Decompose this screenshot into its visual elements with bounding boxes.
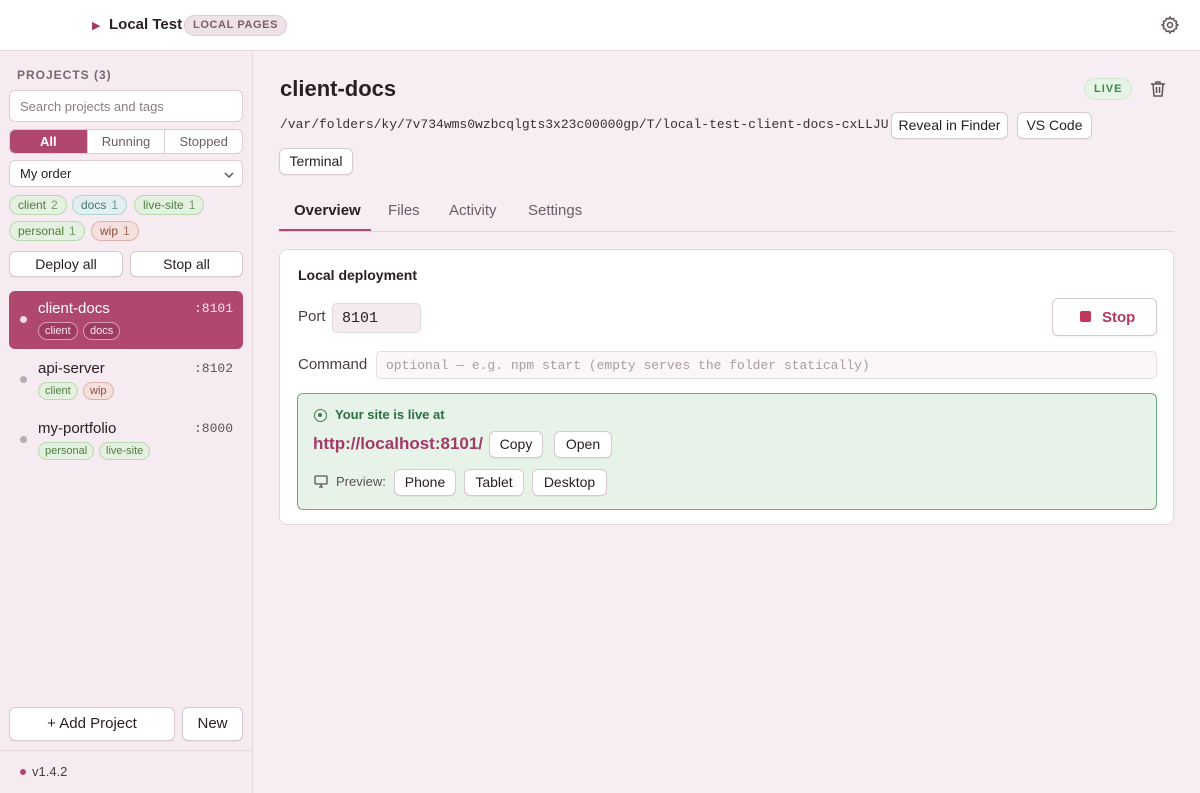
tab-settings[interactable]: Settings [528, 202, 582, 219]
card-title: Local deployment [298, 267, 418, 283]
project-port: :8000 [193, 421, 233, 436]
sidebar: PROJECTS (3) All Running Stopped My orde… [0, 52, 253, 793]
sort-select-value: My order [20, 166, 72, 181]
stop-button[interactable]: Stop [1052, 298, 1157, 336]
tag-name: wip [100, 224, 119, 238]
tag-count: 1 [111, 198, 119, 212]
active-tab-indicator [279, 229, 371, 231]
disclosure-triangle-icon[interactable]: ▶ [92, 19, 100, 32]
tag-filter-personal[interactable]: personal 1 [9, 221, 85, 241]
project-port: :8101 [193, 301, 233, 316]
add-project-button[interactable]: + Add Project [9, 707, 175, 741]
terminal-button[interactable]: Terminal [279, 148, 353, 175]
tag-name: personal [18, 224, 65, 238]
preview-phone-button[interactable]: Phone [394, 469, 456, 496]
status-badge: LIVE [1084, 78, 1133, 100]
project-tag: wip [83, 382, 114, 400]
filter-all[interactable]: All [10, 130, 87, 153]
local-pages-badge: LOCAL PAGES [184, 15, 288, 36]
project-name: api-server [38, 360, 105, 377]
tag-filter-wip[interactable]: wip 1 [91, 221, 139, 241]
deployment-card: Local deployment Port Stop Command Your … [279, 249, 1174, 525]
new-button[interactable]: New [182, 707, 243, 741]
project-item-client-docs[interactable]: client-docs :8101 client docs [9, 291, 243, 349]
tab-files[interactable]: Files [388, 202, 420, 219]
project-tag: client [38, 382, 78, 400]
port-input[interactable] [332, 303, 421, 333]
tag-filter-client[interactable]: client 2 [9, 195, 67, 215]
page-title: client-docs [280, 76, 397, 101]
main-panel: client-docs LIVE /var/folders/ky/7v734wm… [253, 52, 1200, 793]
version-label: v1.4.2 [32, 764, 68, 779]
tab-bar: Overview Files Activity Settings [279, 190, 1174, 232]
preview-label: Preview: [336, 474, 386, 489]
monitor-icon [314, 475, 328, 488]
project-tag: live-site [99, 442, 151, 460]
stop-icon [1080, 311, 1091, 322]
reveal-in-finder-button[interactable]: Reveal in Finder [891, 112, 1008, 139]
stop-all-button[interactable]: Stop all [130, 251, 243, 277]
project-tag: docs [83, 322, 121, 340]
projects-heading: PROJECTS (3) [17, 68, 112, 82]
tag-count: 1 [123, 224, 130, 238]
app-title: Local Test [109, 16, 183, 33]
stop-label: Stop [1102, 309, 1136, 326]
tag-name: client [18, 198, 47, 212]
open-button[interactable]: Open [554, 431, 612, 458]
project-name: client-docs [38, 300, 110, 317]
copy-button[interactable]: Copy [489, 431, 543, 458]
tag-count: 1 [69, 224, 76, 238]
tag-filter-live-site[interactable]: live-site 1 [134, 195, 205, 215]
preview-desktop-button[interactable]: Desktop [532, 469, 607, 496]
live-indicator-icon [314, 409, 327, 422]
project-tag: client [38, 322, 78, 340]
chevron-down-icon [224, 172, 234, 179]
live-url-link[interactable]: http://localhost:8101/ [313, 434, 483, 454]
version-status-dot [20, 769, 26, 775]
live-status-box: Your site is live at http://localhost:81… [297, 393, 1157, 510]
title-bar: ▶ Local Test LOCAL PAGES [0, 0, 1200, 51]
tag-name: live-site [143, 198, 184, 212]
search-input[interactable] [9, 90, 243, 122]
tag-name: docs [81, 198, 107, 212]
tag-filter-docs[interactable]: docs 1 [72, 195, 128, 215]
project-tag: personal [38, 442, 95, 460]
vs-code-button[interactable]: VS Code [1017, 112, 1092, 139]
project-item-my-portfolio[interactable]: my-portfolio :8000 personal live-site [9, 411, 243, 469]
project-path: /var/folders/ky/7v734wms0wzbcqlgts3x23c0… [280, 117, 889, 132]
status-dot [20, 316, 27, 323]
port-label: Port [298, 308, 326, 325]
command-input[interactable] [376, 351, 1157, 379]
command-label: Command [298, 356, 368, 373]
tag-count: 1 [188, 198, 196, 212]
divider [0, 750, 252, 751]
tag-count: 2 [51, 198, 58, 212]
sort-select[interactable]: My order [9, 160, 243, 187]
project-port: :8102 [193, 361, 233, 376]
live-heading: Your site is live at [335, 407, 445, 422]
gear-icon[interactable] [1160, 15, 1180, 35]
status-dot [20, 436, 27, 443]
preview-tablet-button[interactable]: Tablet [464, 469, 524, 496]
project-name: my-portfolio [38, 420, 117, 437]
tab-overview[interactable]: Overview [294, 202, 361, 219]
deploy-all-button[interactable]: Deploy all [9, 251, 123, 277]
tab-activity[interactable]: Activity [449, 202, 497, 219]
status-filter: All Running Stopped [9, 129, 243, 154]
trash-icon[interactable] [1150, 80, 1166, 98]
filter-running[interactable]: Running [86, 130, 165, 153]
status-dot [20, 376, 27, 383]
project-item-api-server[interactable]: api-server :8102 client wip [9, 351, 243, 409]
filter-stopped[interactable]: Stopped [164, 130, 242, 153]
